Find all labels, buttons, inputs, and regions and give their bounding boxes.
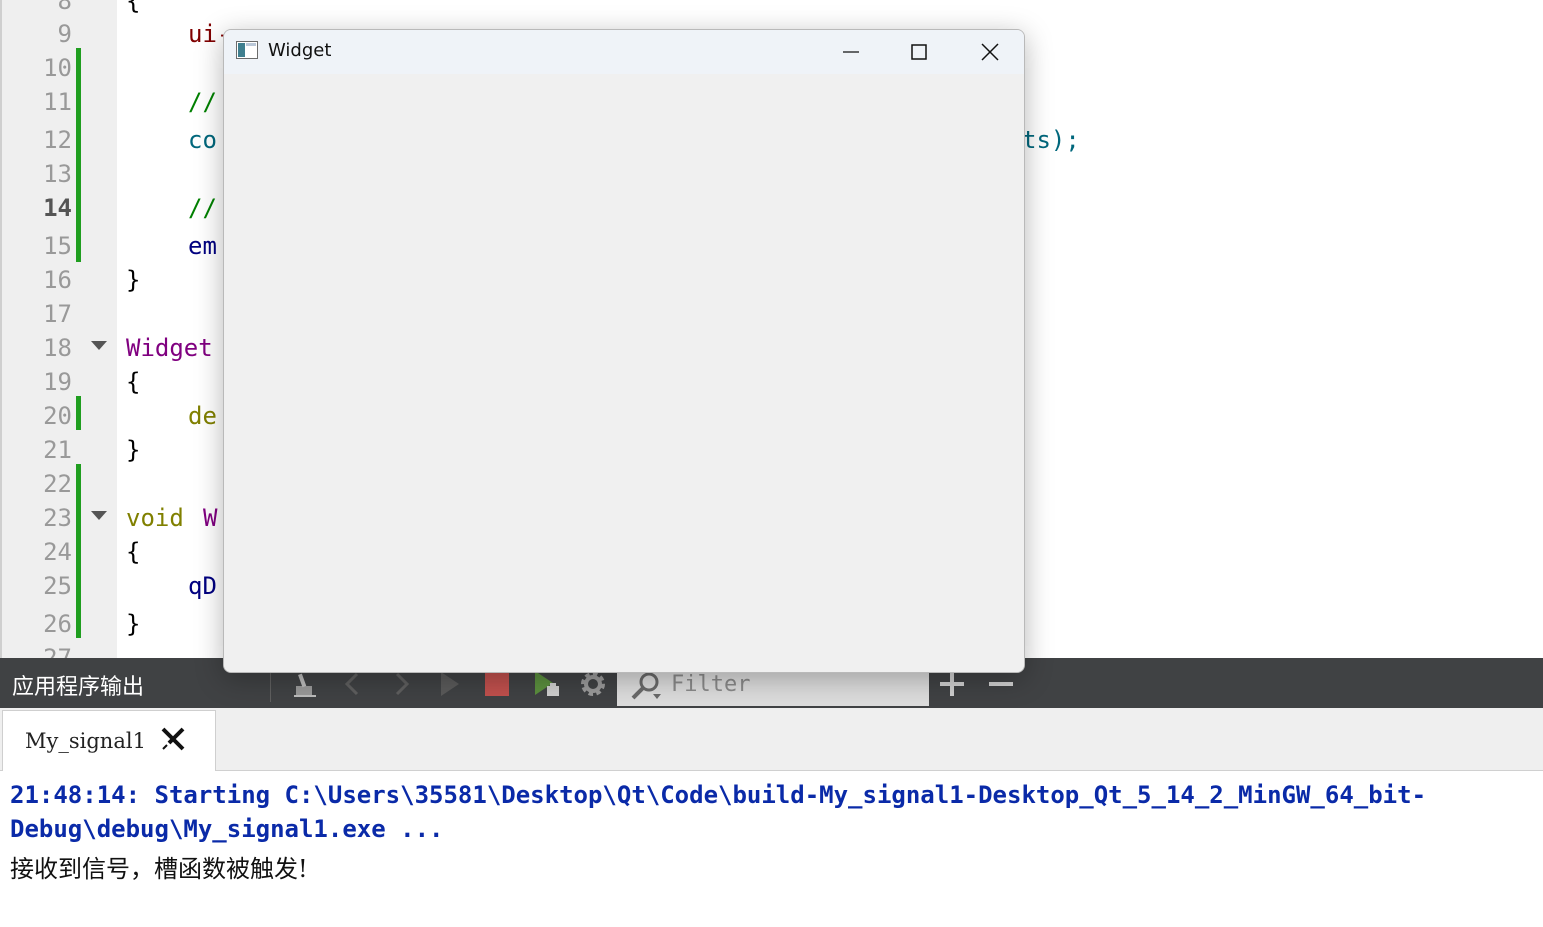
close-tab-icon[interactable] (159, 725, 187, 753)
output-line: 21:48:14: Starting C:\Users\35581\Deskto… (10, 781, 1427, 809)
code-line: // (188, 88, 217, 116)
filter-placeholder: Filter (671, 672, 751, 697)
window-client-area[interactable] (224, 74, 1024, 672)
code-line: W (203, 504, 218, 532)
code-line: { (126, 538, 141, 566)
line-number-current: 14 (43, 194, 72, 222)
minimize-icon (843, 51, 859, 53)
code-line: em (188, 232, 217, 260)
line-number: 16 (43, 266, 72, 294)
code-line: co (188, 126, 217, 154)
line-number: 17 (43, 300, 72, 328)
fold-arrow-icon[interactable] (91, 341, 107, 350)
code-line: ts); (1022, 126, 1080, 154)
toolbar-separator (270, 670, 271, 702)
line-number: 9 (57, 20, 72, 48)
output-pane-title: 应用程序输出 (12, 675, 145, 700)
close-icon (981, 43, 999, 61)
minimize-button[interactable] (818, 30, 884, 74)
line-number: 19 (43, 368, 72, 396)
app-window-icon (236, 41, 258, 59)
close-button[interactable] (957, 30, 1023, 74)
code-line: { (126, 0, 141, 15)
line-number: 13 (43, 160, 72, 188)
line-number: 21 (43, 436, 72, 464)
output-line: 接收到信号，槽函数被触发! (10, 855, 308, 883)
widget-window[interactable]: Widget (223, 29, 1025, 673)
code-line: } (126, 610, 141, 638)
search-icon (631, 672, 661, 700)
code-line: // (188, 194, 217, 222)
code-line: void (126, 504, 184, 532)
line-number: 24 (43, 538, 72, 566)
line-number: 15 (43, 232, 72, 260)
line-number: 20 (43, 402, 72, 430)
output-tab-label: My_signal1 (25, 729, 146, 753)
line-number: 23 (43, 504, 72, 532)
line-number: 25 (43, 572, 72, 600)
output-tab-bar: My_signal1 (0, 708, 1543, 771)
code-line: Widget (126, 334, 213, 362)
output-line: Debug\debug\My_signal1.exe ... (10, 815, 444, 843)
maximize-icon (911, 44, 927, 60)
code-line: } (126, 266, 141, 294)
window-titlebar[interactable]: Widget (224, 30, 1024, 74)
line-number: 8 (57, 0, 72, 15)
window-title: Widget (268, 40, 332, 61)
line-number-gutter: 8 9 10 11 12 13 14 15 16 17 18 19 20 21 … (0, 0, 117, 658)
line-number: 12 (43, 126, 72, 154)
change-marker (76, 396, 81, 430)
output-tab[interactable]: My_signal1 (2, 710, 216, 771)
line-number: 10 (43, 54, 72, 82)
change-marker (76, 48, 81, 262)
fold-arrow-icon[interactable] (91, 511, 107, 520)
code-line: de (188, 402, 217, 430)
code-line: } (126, 436, 141, 464)
change-marker (76, 464, 81, 638)
code-line: { (126, 368, 141, 396)
line-number: 26 (43, 610, 72, 638)
code-line: qD (188, 572, 217, 600)
line-number: 18 (43, 334, 72, 362)
line-number: 22 (43, 470, 72, 498)
line-number: 11 (43, 88, 72, 116)
line-number: 27 (43, 644, 72, 658)
maximize-button[interactable] (886, 30, 952, 74)
output-text-area[interactable]: 21:48:14: Starting C:\Users\35581\Deskto… (0, 771, 1543, 927)
